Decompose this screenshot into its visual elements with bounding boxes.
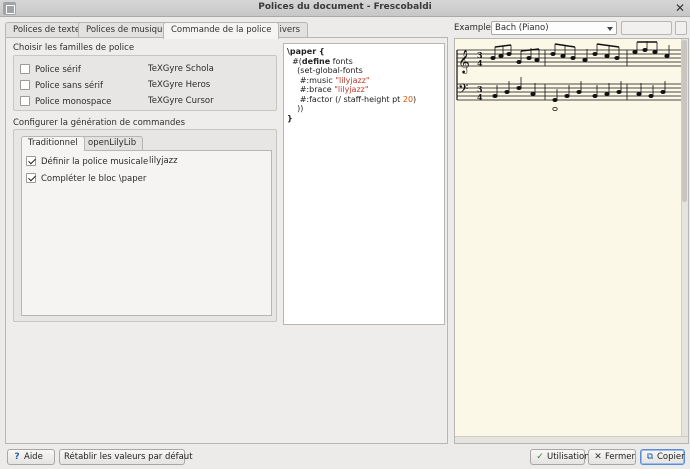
- music-font-value: lilyjazz: [149, 156, 178, 166]
- sans-row[interactable]: Police sans sérif: [20, 79, 104, 92]
- complete-paper-checkbox[interactable]: [26, 172, 36, 183]
- music-score-image: 𝄞 𝄢 3 4 3 4: [456, 41, 682, 112]
- serif-row[interactable]: Police sérif: [20, 63, 81, 76]
- generation-group: Traditionnel openLilyLib Définir la poli…: [13, 129, 277, 322]
- example-label: Example:: [454, 23, 494, 33]
- window-close-button[interactable]: ✕: [672, 1, 688, 16]
- define-music-font-row[interactable]: Définir la police musicale: [26, 155, 149, 168]
- families-title: Choisir les familles de police: [13, 43, 135, 53]
- example-select[interactable]: Bach (Piano): [491, 21, 617, 35]
- mono-checkbox[interactable]: [20, 95, 30, 106]
- generation-subpanel: Définir la police musicale lilyjazz Comp…: [21, 150, 272, 316]
- complete-paper-row[interactable]: Compléter le bloc \paper: [26, 172, 147, 185]
- serif-font-name: TeXGyre Schola: [148, 64, 214, 74]
- mono-font-name: TeXGyre Cursor: [148, 96, 214, 106]
- code-line: #(define fonts: [287, 56, 353, 66]
- preview-option-field[interactable]: [621, 21, 672, 35]
- window-title: Polices du document - Frescobaldi: [258, 2, 432, 12]
- svg-text:𝄢: 𝄢: [458, 81, 468, 100]
- sans-label: Police sans sérif: [35, 81, 104, 91]
- reset-defaults-button[interactable]: Rétablir les valeurs par défaut: [59, 449, 193, 465]
- code-line: #:brace "lilyjazz": [287, 85, 369, 94]
- close-icon: ✕: [594, 452, 602, 462]
- help-label: Aide: [24, 452, 43, 462]
- help-button[interactable]: ? Aide: [7, 449, 55, 465]
- dialog-button-bar: ? Aide Rétablir les valeurs par défaut ✓ U…: [0, 449, 690, 469]
- preview-small-button[interactable]: [675, 21, 687, 35]
- define-music-font-label: Définir la police musicale: [41, 157, 149, 167]
- tab-music-fonts[interactable]: Polices de musique: [78, 22, 176, 38]
- families-group: Police sérif TeXGyre Schola Police sans …: [13, 55, 277, 111]
- music-preview[interactable]: 𝄞 𝄢 3 4 3 4: [454, 38, 689, 444]
- serif-checkbox[interactable]: [20, 63, 30, 74]
- code-line: #:factor (/ staff-height pt 20): [287, 94, 417, 104]
- close-button[interactable]: ✕ Fermer: [588, 449, 636, 465]
- mono-label: Police monospace: [35, 97, 112, 107]
- code-line: )): [287, 104, 304, 113]
- svg-text:4: 4: [477, 58, 483, 68]
- complete-paper-label: Compléter le bloc \paper: [41, 174, 147, 184]
- copy-icon: ⧉: [646, 452, 654, 462]
- example-selected-value: Bach (Piano): [495, 23, 549, 33]
- help-icon: ?: [14, 452, 20, 462]
- title-bar: Polices du document - Frescobaldi ✕: [0, 0, 690, 17]
- code-line: \paper {: [287, 47, 325, 56]
- subtab-traditional[interactable]: Traditionnel: [21, 136, 85, 151]
- chevron-down-icon: [607, 27, 613, 31]
- serif-label: Police sérif: [35, 65, 81, 75]
- generation-title: Configurer la génération de commandes: [13, 118, 186, 128]
- preview-scroll-thumb[interactable]: [682, 40, 687, 202]
- code-line: #:music "lilyjazz": [287, 75, 370, 85]
- code-line: }: [287, 113, 293, 123]
- sans-checkbox[interactable]: [20, 79, 30, 90]
- use-label: Utilisation: [547, 452, 590, 462]
- mono-row[interactable]: Police monospace: [20, 95, 112, 108]
- svg-text:4: 4: [477, 92, 483, 102]
- tab-font-command[interactable]: Commande de la police: [163, 22, 280, 39]
- copy-button[interactable]: ⧉ Copier: [640, 449, 685, 465]
- preview-horizontal-scrollbar[interactable]: [455, 436, 688, 443]
- code-preview[interactable]: \paper { #(define fonts (set-global-font…: [283, 43, 445, 325]
- define-music-font-checkbox[interactable]: [26, 155, 36, 166]
- close-label: Fermer: [605, 452, 636, 462]
- reset-defaults-label: Rétablir les valeurs par défaut: [64, 452, 193, 462]
- copy-label: Copier: [657, 452, 685, 462]
- use-button[interactable]: ✓ Utilisation: [530, 449, 590, 465]
- svg-text:𝄞: 𝄞: [458, 49, 470, 74]
- subtab-openlilylib[interactable]: openLilyLib: [81, 136, 144, 150]
- code-line: (set-global-fonts: [287, 66, 363, 75]
- tab-text-fonts[interactable]: Polices de texte: [5, 22, 89, 38]
- sans-font-name: TeXGyre Heros: [148, 80, 211, 90]
- checkmark-icon: ✓: [536, 452, 544, 462]
- preview-vertical-scrollbar[interactable]: [681, 39, 688, 443]
